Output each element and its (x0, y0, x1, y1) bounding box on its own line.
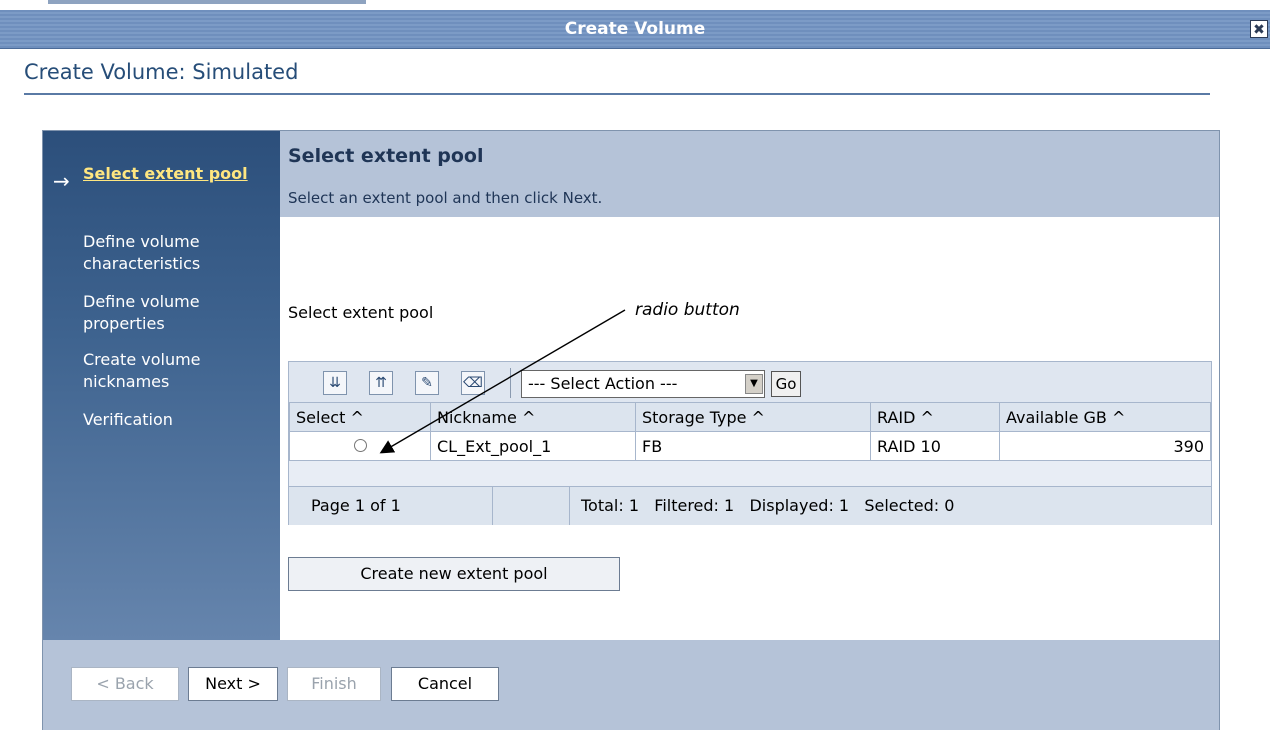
pool-radio-button[interactable] (353, 438, 367, 452)
extent-pool-table: ⇊ ⇈ ✎ ⌫ --- Select Action --- ▼ Go Selec… (288, 361, 1212, 525)
sidebar-item-create-volume-nicknames: Create volume nicknames (83, 350, 201, 391)
page-title: Create Volume: Simulated (24, 60, 299, 84)
page-indicator: Page 1 of 1 (311, 496, 401, 515)
select-action-dropdown[interactable]: --- Select Action --- ▼ (521, 370, 765, 398)
cell-nickname: CL_Ext_pool_1 (430, 431, 636, 461)
select-action-value: --- Select Action --- (528, 374, 678, 393)
current-step-arrow-icon: → (53, 169, 70, 193)
table-totals: Total: 1 Filtered: 1 Displayed: 1 Select… (581, 496, 955, 515)
top-strip (0, 0, 1278, 6)
column-header-select[interactable]: Select ^ (289, 402, 431, 432)
edit-filter-icon[interactable]: ✎ (415, 371, 439, 395)
window-titlebar: Create Volume ✖ (0, 10, 1270, 49)
toolbar-divider (510, 368, 511, 398)
pager-divider (492, 487, 493, 525)
step-content: Select extent pool radio button ⇊ ⇈ ✎ ⌫ … (280, 217, 1219, 640)
column-header-raid[interactable]: RAID ^ (870, 402, 1000, 432)
column-header-available-gb[interactable]: Available GB ^ (999, 402, 1211, 432)
radio-button-annotation: radio button (635, 300, 740, 320)
column-header-nickname[interactable]: Nickname ^ (430, 402, 636, 432)
back-button[interactable]: < Back (71, 667, 179, 701)
top-strip-segment (48, 0, 366, 4)
sidebar-item-select-extent-pool[interactable]: Select extent pool (83, 163, 273, 185)
clear-filter-icon[interactable]: ⌫ (461, 371, 485, 395)
title-divider (24, 93, 1210, 95)
chevron-down-icon[interactable]: ▼ (745, 374, 763, 394)
close-icon[interactable]: ✖ (1250, 20, 1268, 38)
table-toolbar: ⇊ ⇈ ✎ ⌫ --- Select Action --- ▼ Go (289, 362, 1211, 402)
step-instructions: Select an extent pool and then click Nex… (288, 189, 603, 207)
sidebar-item-verification: Verification (83, 410, 173, 429)
extent-pool-grid: Select ^ Nickname ^ Storage Type ^ RAID … (289, 402, 1211, 461)
pager-divider (569, 487, 570, 525)
select-all-icon[interactable]: ⇊ (323, 371, 347, 395)
column-header-storage-type[interactable]: Storage Type ^ (635, 402, 871, 432)
wizard-footer: < Back Next > Finish Cancel (43, 640, 1219, 730)
table-row[interactable]: CL_Ext_pool_1 FB RAID 10 390 (289, 431, 1211, 461)
cell-storage-type: FB (635, 431, 871, 461)
go-button[interactable]: Go (771, 371, 801, 397)
sidebar-item-define-volume-properties: Define volume properties (83, 292, 200, 333)
table-header-row: Select ^ Nickname ^ Storage Type ^ RAID … (289, 402, 1211, 432)
step-title: Select extent pool (288, 145, 484, 167)
sidebar-item-define-volume-characteristics: Define volume characteristics (83, 232, 201, 273)
table-pager: Page 1 of 1 Total: 1 Filtered: 1 Display… (289, 486, 1211, 525)
row-select-cell (289, 431, 431, 461)
window-title: Create Volume (564, 19, 706, 39)
section-label: Select extent pool (288, 303, 434, 322)
step-header: Select extent pool Select an extent pool… (280, 131, 1219, 217)
next-button[interactable]: Next > (188, 667, 278, 701)
finish-button[interactable]: Finish (287, 667, 381, 701)
wizard-panel: → Select extent pool Define volume chara… (42, 130, 1220, 730)
cancel-button[interactable]: Cancel (391, 667, 499, 701)
cell-raid: RAID 10 (870, 431, 1000, 461)
cell-available-gb: 390 (999, 431, 1211, 461)
deselect-all-icon[interactable]: ⇈ (369, 371, 393, 395)
wizard-sidebar: → Select extent pool Define volume chara… (43, 131, 280, 640)
create-new-extent-pool-button[interactable]: Create new extent pool (288, 557, 620, 591)
